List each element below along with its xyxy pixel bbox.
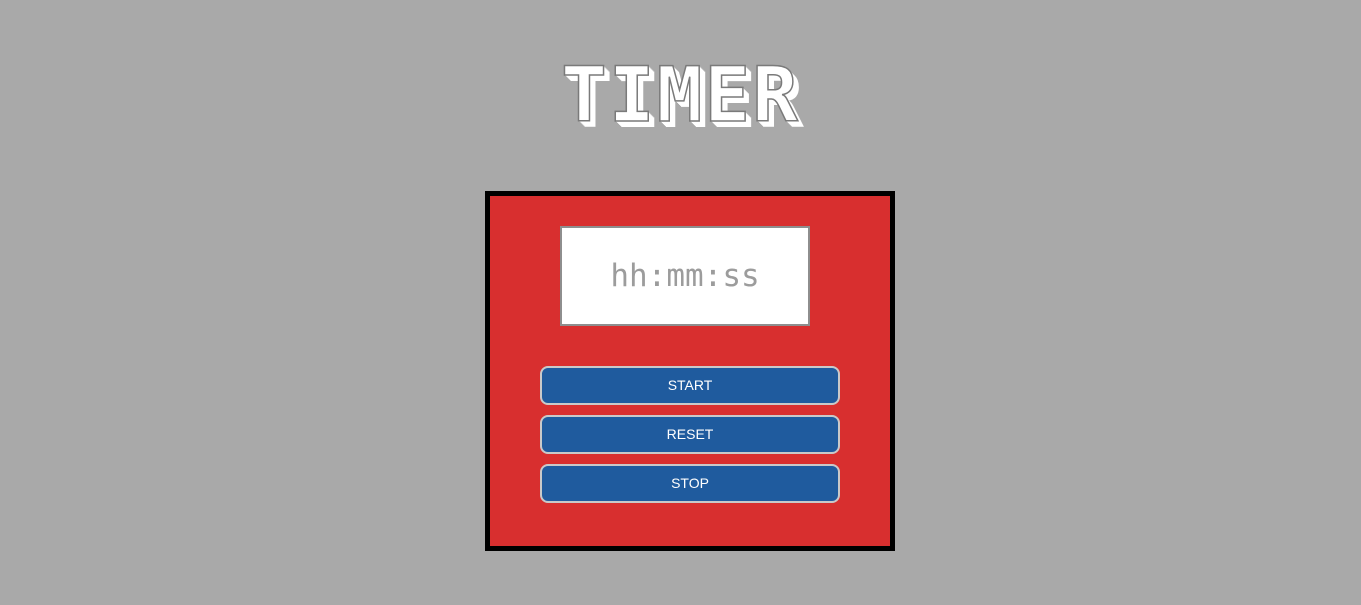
time-display	[560, 226, 810, 326]
reset-button[interactable]: RESET	[540, 415, 840, 454]
stop-button[interactable]: STOP	[540, 464, 840, 503]
time-input[interactable]	[562, 228, 808, 324]
timer-page: TIMER START RESET STOP	[0, 0, 1361, 605]
page-title: TIMER	[560, 49, 800, 140]
timer-panel: START RESET STOP	[485, 191, 895, 551]
start-button[interactable]: START	[540, 366, 840, 405]
